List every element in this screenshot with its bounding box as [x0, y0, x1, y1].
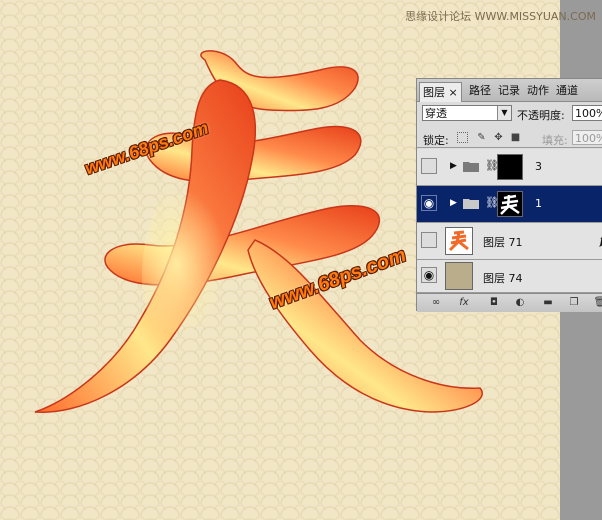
- layer-row-group-1[interactable]: ◉ ▶ ⛓ 1: [417, 186, 602, 223]
- visibility-toggle[interactable]: [421, 232, 437, 248]
- lock-row: 锁定: ✎ ✥ ■ 填充: 100%: [417, 127, 602, 148]
- tab-layers-label: 图层: [423, 86, 445, 99]
- site-watermark: 思缘设计论坛 WWW.MISSYUAN.COM: [405, 10, 596, 23]
- layer-row-group-3[interactable]: ▶ ⛓ 3: [417, 149, 602, 186]
- tab-close-icon[interactable]: ×: [449, 86, 458, 99]
- folder-icon: [463, 162, 479, 172]
- trash-icon[interactable]: 🗑: [593, 296, 602, 309]
- layer-name: 图层 74: [483, 272, 523, 285]
- layer-thumbnail: [445, 262, 473, 290]
- expand-arrow-icon[interactable]: ▶: [450, 161, 457, 171]
- tab-layers[interactable]: 图层 ×: [419, 82, 462, 102]
- lock-position-icon[interactable]: ✥: [493, 132, 504, 143]
- layer-name: 1: [535, 197, 542, 210]
- thumbnail-artwork: [448, 230, 469, 252]
- layer-mask-thumbnail[interactable]: [497, 154, 523, 180]
- lock-pixels-icon[interactable]: ✎: [476, 132, 487, 143]
- opacity-label: 不透明度:: [517, 109, 565, 122]
- layer-mask-thumbnail[interactable]: [497, 191, 523, 217]
- layer-row-74[interactable]: ◉ 图层 74: [417, 260, 602, 293]
- opacity-input[interactable]: 100%: [572, 105, 602, 121]
- fx-icon[interactable]: fx: [457, 296, 471, 309]
- adjustment-icon[interactable]: ◐: [513, 296, 527, 309]
- layer-thumbnail: [445, 227, 473, 255]
- chevron-down-icon[interactable]: ▼: [497, 106, 511, 120]
- layer-row-71[interactable]: 图层 71 fx: [417, 223, 602, 260]
- blend-mode-select[interactable]: 穿透 ▼: [422, 105, 512, 121]
- fill-input[interactable]: 100%: [572, 130, 602, 145]
- lock-all-icon[interactable]: ■: [510, 132, 521, 143]
- tab-channels[interactable]: 通道: [553, 83, 581, 99]
- visibility-toggle[interactable]: [421, 158, 437, 174]
- lock-label: 锁定:: [423, 134, 449, 147]
- fill-label: 填充:: [542, 134, 568, 147]
- lock-transparency-icon[interactable]: [457, 132, 468, 143]
- tab-actions[interactable]: 动作: [524, 83, 552, 99]
- layers-panel: 图层 × 路径 记录 动作 通道 穿透 ▼ 不透明度: 100% 锁定: ✎ ✥…: [416, 78, 602, 312]
- mask-icon[interactable]: ◘: [487, 296, 501, 309]
- tab-history[interactable]: 记录: [495, 83, 523, 99]
- link-icon[interactable]: ∞: [429, 296, 443, 309]
- panel-bottom-toolbar: ∞ fx ◘ ◐ ▬ ❐ 🗑: [417, 293, 602, 312]
- layer-name: 3: [535, 160, 542, 173]
- eye-icon[interactable]: ◉: [421, 267, 437, 283]
- glyph-mask-preview: [500, 194, 520, 215]
- new-layer-icon[interactable]: ❐: [567, 296, 581, 309]
- tab-paths[interactable]: 路径: [466, 83, 494, 99]
- eye-icon[interactable]: ◉: [421, 195, 437, 211]
- expand-arrow-icon[interactable]: ▶: [450, 198, 457, 208]
- new-group-icon[interactable]: ▬: [541, 296, 555, 309]
- folder-icon: [463, 199, 479, 209]
- panel-tab-bar: 图层 × 路径 记录 动作 通道: [417, 79, 602, 102]
- blend-mode-value: 穿透: [425, 107, 447, 120]
- layer-name: 图层 71: [483, 236, 523, 249]
- blend-row: 穿透 ▼ 不透明度: 100%: [417, 102, 602, 124]
